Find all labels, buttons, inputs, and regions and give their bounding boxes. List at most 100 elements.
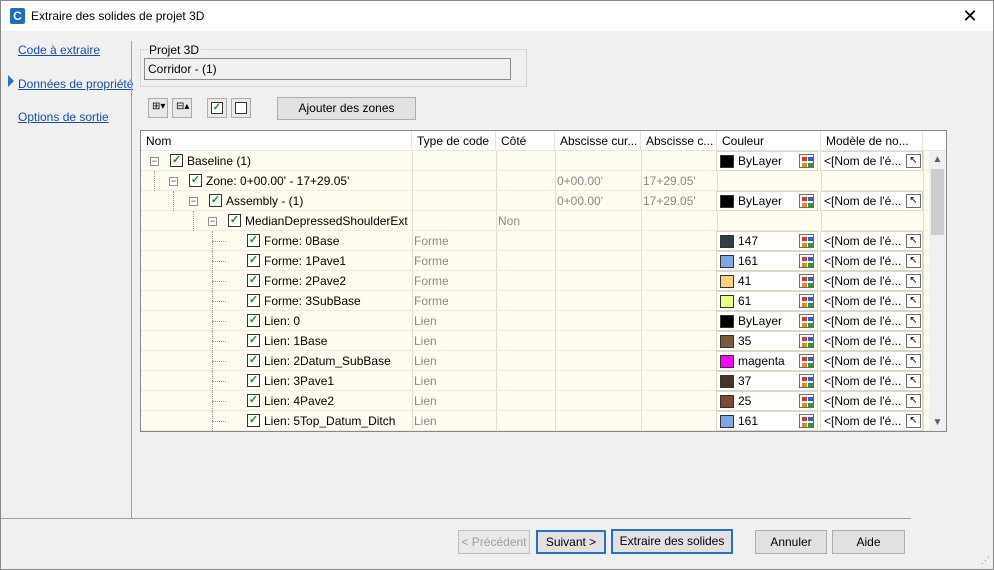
color-picker-icon[interactable] xyxy=(799,194,814,208)
expand-all-button[interactable]: ⊞▾ xyxy=(148,98,168,118)
color-picker-icon[interactable] xyxy=(799,374,814,388)
table-row[interactable]: ✓ Forme: 3SubBase Forme 61 <[Nom de l'é... ↖ xyxy=(141,291,929,311)
color-picker-icon[interactable] xyxy=(799,274,814,288)
cancel-button[interactable]: Annuler xyxy=(755,530,827,554)
color-picker-icon[interactable] xyxy=(799,234,814,248)
color-picker-icon[interactable] xyxy=(799,254,814,268)
name-template-picker-icon[interactable]: ↖ xyxy=(906,274,921,288)
model-cell[interactable]: <[Nom de l'é... ↖ xyxy=(820,191,923,211)
name-template-picker-icon[interactable]: ↖ xyxy=(906,314,921,328)
table-row[interactable]: ✓ Lien: 1Base Lien 35 <[Nom de l'é... ↖ xyxy=(141,331,929,351)
scroll-up-icon[interactable]: ▲ xyxy=(929,151,946,168)
model-cell[interactable]: <[Nom de l'é... ↖ xyxy=(820,371,923,391)
model-cell[interactable]: <[Nom de l'é... ↖ xyxy=(820,271,923,291)
color-cell[interactable]: ByLayer xyxy=(716,151,818,171)
column-header[interactable]: Nom xyxy=(141,131,412,151)
close-button[interactable]: ✕ xyxy=(947,1,993,31)
color-cell[interactable]: 61 xyxy=(716,291,818,311)
column-header[interactable]: Côté xyxy=(496,131,555,151)
color-cell[interactable]: 147 xyxy=(716,231,818,251)
model-cell[interactable]: <[Nom de l'é... ↖ xyxy=(820,391,923,411)
help-button[interactable]: Aide xyxy=(832,530,905,554)
column-header[interactable]: Modèle de no... xyxy=(821,131,923,151)
model-cell[interactable]: <[Nom de l'é... ↖ xyxy=(820,231,923,251)
model-cell[interactable]: <[Nom de l'é... ↖ xyxy=(820,351,923,371)
nav-item-donnees-propriete[interactable]: Données de propriété xyxy=(18,77,133,91)
collapse-all-button[interactable]: ⊟▴ xyxy=(172,98,192,118)
name-template-picker-icon[interactable]: ↖ xyxy=(906,414,921,428)
name-template-picker-icon[interactable]: ↖ xyxy=(906,374,921,388)
row-checkbox[interactable]: ✓ xyxy=(170,154,183,167)
color-cell[interactable]: 37 xyxy=(716,371,818,391)
add-zones-button[interactable]: Ajouter des zones xyxy=(277,97,416,120)
row-checkbox[interactable]: ✓ xyxy=(247,254,260,267)
collapse-icon[interactable]: − xyxy=(169,177,178,186)
row-checkbox[interactable]: ✓ xyxy=(209,194,222,207)
nav-item-code-a-extraire[interactable]: Code à extraire xyxy=(18,43,100,57)
table-row[interactable]: − ✓ MedianDepressedShoulderExt Non xyxy=(141,211,929,231)
row-checkbox[interactable]: ✓ xyxy=(247,414,260,427)
row-checkbox[interactable]: ✓ xyxy=(247,314,260,327)
model-cell[interactable]: <[Nom de l'é... ↖ xyxy=(820,411,923,431)
table-row[interactable]: ✓ Forme: 1Pave1 Forme 161 <[Nom de l'é... ↖ xyxy=(141,251,929,271)
color-picker-icon[interactable] xyxy=(799,354,814,368)
row-checkbox[interactable]: ✓ xyxy=(247,294,260,307)
model-cell[interactable]: <[Nom de l'é... ↖ xyxy=(820,251,923,271)
color-cell[interactable]: 35 xyxy=(716,331,818,351)
color-cell[interactable]: 41 xyxy=(716,271,818,291)
table-row[interactable]: ✓ Lien: 4Pave2 Lien 25 <[Nom de l'é... ↖ xyxy=(141,391,929,411)
collapse-icon[interactable]: − xyxy=(189,197,198,206)
row-checkbox[interactable]: ✓ xyxy=(189,174,202,187)
table-row[interactable]: ✓ Lien: 3Pave1 Lien 37 <[Nom de l'é... ↖ xyxy=(141,371,929,391)
table-row[interactable]: ✓ Forme: 2Pave2 Forme 41 <[Nom de l'é... ↖ xyxy=(141,271,929,291)
name-template-picker-icon[interactable]: ↖ xyxy=(906,154,921,168)
resize-grip-icon[interactable]: ⋰ xyxy=(981,555,990,566)
name-template-picker-icon[interactable]: ↖ xyxy=(906,194,921,208)
row-checkbox[interactable]: ✓ xyxy=(247,394,260,407)
name-template-picker-icon[interactable]: ↖ xyxy=(906,234,921,248)
model-cell[interactable]: <[Nom de l'é... ↖ xyxy=(820,151,923,171)
table-row[interactable]: ✓ Lien: 2Datum_SubBase Lien magenta <[Nom de… xyxy=(141,351,929,371)
model-cell[interactable]: <[Nom de l'é... ↖ xyxy=(820,291,923,311)
check-all-button[interactable]: ✓ xyxy=(207,98,227,118)
row-checkbox[interactable]: ✓ xyxy=(247,354,260,367)
name-template-picker-icon[interactable]: ↖ xyxy=(906,394,921,408)
name-template-picker-icon[interactable]: ↖ xyxy=(906,334,921,348)
color-picker-icon[interactable] xyxy=(799,334,814,348)
scroll-down-icon[interactable]: ▼ xyxy=(929,414,946,431)
row-checkbox[interactable]: ✓ xyxy=(247,334,260,347)
column-header[interactable]: Abscisse c... xyxy=(641,131,717,151)
color-picker-icon[interactable] xyxy=(799,294,814,308)
row-checkbox[interactable]: ✓ xyxy=(228,214,241,227)
extract-solids-button[interactable]: Extraire des solides xyxy=(611,529,733,554)
column-header[interactable]: Abscisse cur... xyxy=(555,131,641,151)
color-cell[interactable]: magenta xyxy=(716,351,818,371)
row-checkbox[interactable]: ✓ xyxy=(247,274,260,287)
column-header[interactable]: Couleur xyxy=(717,131,821,151)
name-template-picker-icon[interactable]: ↖ xyxy=(906,354,921,368)
color-cell[interactable]: ByLayer xyxy=(716,311,818,331)
color-cell[interactable]: ByLayer xyxy=(716,191,818,211)
model-cell[interactable]: <[Nom de l'é... ↖ xyxy=(820,331,923,351)
column-header[interactable]: Type de code xyxy=(412,131,496,151)
scroll-thumb[interactable] xyxy=(931,169,944,235)
table-row[interactable]: ✓ Forme: 0Base Forme 147 <[Nom de l'é... ↖ xyxy=(141,231,929,251)
color-picker-icon[interactable] xyxy=(799,414,814,428)
color-cell[interactable]: 161 xyxy=(716,411,818,431)
table-row[interactable]: − ✓ Assembly - (1) 0+00.00' 17+29.05' ByLayer… xyxy=(141,191,929,211)
color-picker-icon[interactable] xyxy=(799,394,814,408)
name-template-picker-icon[interactable]: ↖ xyxy=(906,254,921,268)
table-row[interactable]: − ✓ Zone: 0+00.00' - 17+29.05' 0+00.00' 17+2… xyxy=(141,171,929,191)
uncheck-all-button[interactable] xyxy=(231,98,251,118)
vertical-scrollbar[interactable]: ▲ ▼ xyxy=(929,151,946,431)
color-cell[interactable]: 161 xyxy=(716,251,818,271)
name-template-picker-icon[interactable]: ↖ xyxy=(906,294,921,308)
color-cell[interactable]: 25 xyxy=(716,391,818,411)
next-button[interactable]: Suivant > xyxy=(536,530,606,554)
row-checkbox[interactable]: ✓ xyxy=(247,374,260,387)
table-row[interactable]: − ✓ Baseline (1) ByLayer <[Nom de l'é... ↖ xyxy=(141,151,929,171)
nav-item-options-sortie[interactable]: Options de sortie xyxy=(18,110,109,124)
collapse-icon[interactable]: − xyxy=(150,157,159,166)
table-row[interactable]: ✓ Lien: 5Top_Datum_Ditch Lien 161 <[Nom de l… xyxy=(141,411,929,431)
color-picker-icon[interactable] xyxy=(799,154,814,168)
